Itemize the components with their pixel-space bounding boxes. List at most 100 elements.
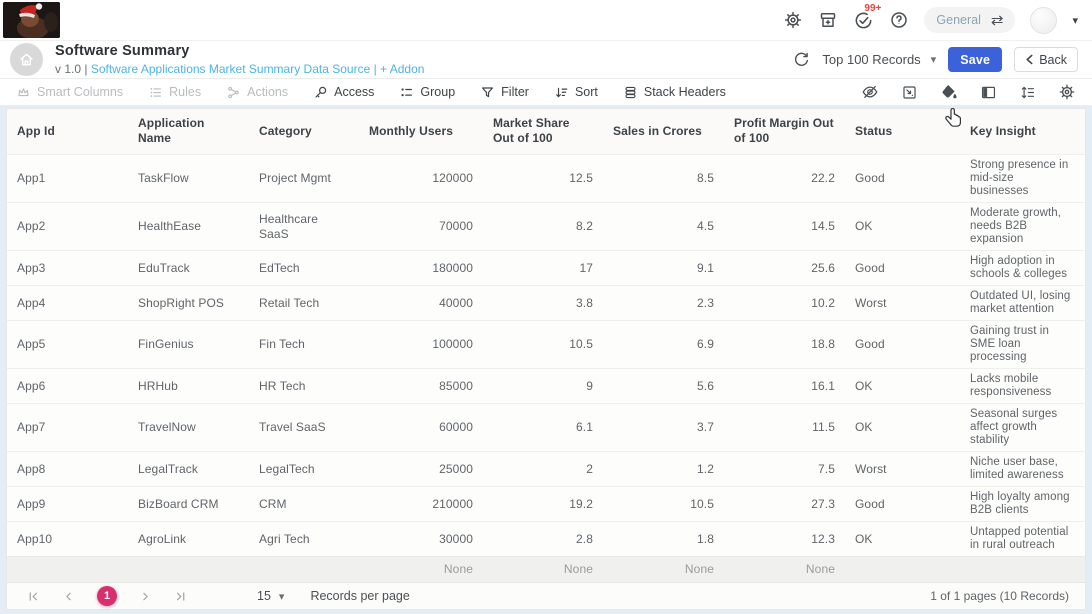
column-header-market-share[interactable]: Market Share Out of 100 [483, 109, 603, 155]
cell-market-share: 2.8 [483, 522, 603, 557]
cell-monthly-users: 40000 [359, 286, 483, 321]
column-header-profit-margin[interactable]: Profit Margin Out of 100 [724, 109, 845, 155]
toolbar-item-label: Rules [169, 85, 201, 99]
panel-layout-icon[interactable] [980, 84, 997, 101]
toolbar-stack-headers[interactable]: Stack Headers [623, 85, 726, 100]
table-row[interactable]: App8 LegalTrack LegalTech 25000 2 1.2 7.… [7, 452, 1085, 487]
cell-monthly-users: 120000 [359, 155, 483, 203]
environment-label: General [936, 13, 980, 27]
aggregate-sales: None [603, 557, 724, 583]
cell-status: OK [845, 369, 960, 404]
data-source-link[interactable]: Software Applications Market Summary Dat… [91, 62, 425, 76]
save-button[interactable]: Save [948, 47, 1002, 72]
records-dropdown-caret-icon: ▾ [931, 53, 937, 66]
cell-application-name: BizBoard CRM [128, 487, 249, 522]
environment-switcher[interactable]: General ⇄ [924, 7, 1015, 33]
table-row[interactable]: App1 TaskFlow Project Mgmt 120000 12.5 8… [7, 155, 1085, 203]
table-row[interactable]: App10 AgroLink Agri Tech 30000 2.8 1.8 1… [7, 522, 1085, 557]
column-header-application-name[interactable]: Application Name [128, 109, 249, 155]
hidden-columns-eye-off-icon[interactable] [861, 83, 879, 101]
back-button[interactable]: Back [1014, 47, 1078, 72]
cell-status: Good [845, 487, 960, 522]
column-header-category[interactable]: Category [249, 109, 359, 155]
cell-profit-margin: 10.2 [724, 286, 845, 321]
page-size-dropdown[interactable]: 15 ▾ [257, 589, 284, 603]
cell-profit-margin: 11.5 [724, 404, 845, 452]
fit-cell-icon[interactable] [901, 84, 918, 101]
row-height-icon[interactable] [1019, 84, 1036, 101]
toolbar-sort[interactable]: Sort [554, 85, 598, 100]
cell-sales: 8.5 [603, 155, 724, 203]
top-app-bar: 99+ General ⇄ ▾ [0, 0, 1092, 40]
cell-profit-margin: 14.5 [724, 203, 845, 251]
account-settings-gear-icon[interactable] [783, 10, 803, 30]
records-limit-dropdown[interactable]: Top 100 Records ▾ [822, 52, 936, 67]
current-page-indicator[interactable]: 1 [97, 586, 117, 606]
toolbar-actions[interactable]: Actions [226, 85, 288, 100]
toolbar-filter[interactable]: Filter [480, 85, 529, 100]
marketplace-icon[interactable] [818, 10, 838, 30]
logo-photo-graphic [3, 2, 60, 38]
toolbar-rules[interactable]: Rules [148, 85, 201, 100]
home-screen-icon[interactable] [10, 43, 43, 76]
toolbar-access[interactable]: Access [313, 85, 374, 100]
cell-market-share: 12.5 [483, 155, 603, 203]
cell-market-share: 3.8 [483, 286, 603, 321]
cell-market-share: 10.5 [483, 321, 603, 369]
first-page-button[interactable] [27, 590, 40, 603]
cell-category: Project Mgmt [249, 155, 359, 203]
help-icon[interactable] [889, 10, 909, 30]
toolbar-item-label: Stack Headers [644, 85, 726, 99]
workspace-logo[interactable] [3, 2, 60, 38]
column-header-monthly-users[interactable]: Monthly Users [359, 109, 483, 155]
cell-key-insight: Seasonal surges affect growth stability [960, 404, 1085, 452]
cell-application-name: AgroLink [128, 522, 249, 557]
cell-category: Fin Tech [249, 321, 359, 369]
cell-app-id: App6 [7, 369, 128, 404]
next-page-button[interactable] [139, 590, 152, 603]
table-row[interactable]: App6 HRHub HR Tech 85000 9 5.6 16.1 OK L… [7, 369, 1085, 404]
cell-category: HR Tech [249, 369, 359, 404]
table-row[interactable]: App2 HealthEase Healthcare SaaS 70000 8.… [7, 203, 1085, 251]
table-row[interactable]: App9 BizBoard CRM CRM 210000 19.2 10.5 2… [7, 487, 1085, 522]
refresh-icon[interactable] [793, 51, 810, 68]
cell-sales: 2.3 [603, 286, 724, 321]
table-row[interactable]: App3 EduTrack EdTech 180000 17 9.1 25.6 … [7, 251, 1085, 286]
toolbar-item-label: Filter [501, 85, 529, 99]
approvals-check-icon[interactable]: 99+ [853, 10, 874, 31]
style-paint-bucket-icon[interactable] [940, 83, 958, 101]
cell-sales: 1.8 [603, 522, 724, 557]
cell-profit-margin: 27.3 [724, 487, 845, 522]
profile-menu-caret-icon[interactable]: ▾ [1072, 14, 1078, 27]
last-page-button[interactable] [174, 590, 187, 603]
records-table: App Id Application Name Category Monthly… [7, 109, 1085, 582]
notification-count-badge: 99+ [864, 3, 881, 14]
stack-headers-icon [623, 85, 638, 100]
cell-key-insight: Lacks mobile responsiveness [960, 369, 1085, 404]
table-row[interactable]: App4 ShopRight POS Retail Tech 40000 3.8… [7, 286, 1085, 321]
cell-status: OK [845, 404, 960, 452]
cell-status: OK [845, 203, 960, 251]
table-row[interactable]: App7 TravelNow Travel SaaS 60000 6.1 3.7… [7, 404, 1085, 452]
toolbar-item-label: Access [334, 85, 374, 99]
column-header-key-insight[interactable]: Key Insight [960, 109, 1085, 155]
cell-key-insight: Gaining trust in SME loan processing [960, 321, 1085, 369]
user-avatar[interactable] [1030, 7, 1057, 34]
toolbar-group[interactable]: Group [399, 85, 455, 100]
cell-app-id: App3 [7, 251, 128, 286]
table-row[interactable]: App5 FinGenius Fin Tech 100000 10.5 6.9 … [7, 321, 1085, 369]
toolbar-item-label: Actions [247, 85, 288, 99]
cell-market-share: 19.2 [483, 487, 603, 522]
column-header-app-id[interactable]: App Id [7, 109, 128, 155]
aggregate-monthly-users: None [359, 557, 483, 583]
column-header-status[interactable]: Status [845, 109, 960, 155]
cell-app-id: App9 [7, 487, 128, 522]
column-header-sales[interactable]: Sales in Crores [603, 109, 724, 155]
cell-app-id: App1 [7, 155, 128, 203]
cell-app-id: App5 [7, 321, 128, 369]
previous-page-button[interactable] [62, 590, 75, 603]
toolbar-smart-columns[interactable]: Smart Columns [16, 85, 123, 100]
swap-environment-icon[interactable]: ⇄ [991, 13, 1004, 28]
table-settings-gear-icon[interactable] [1058, 83, 1076, 101]
aggregate-profit-margin: None [724, 557, 845, 583]
